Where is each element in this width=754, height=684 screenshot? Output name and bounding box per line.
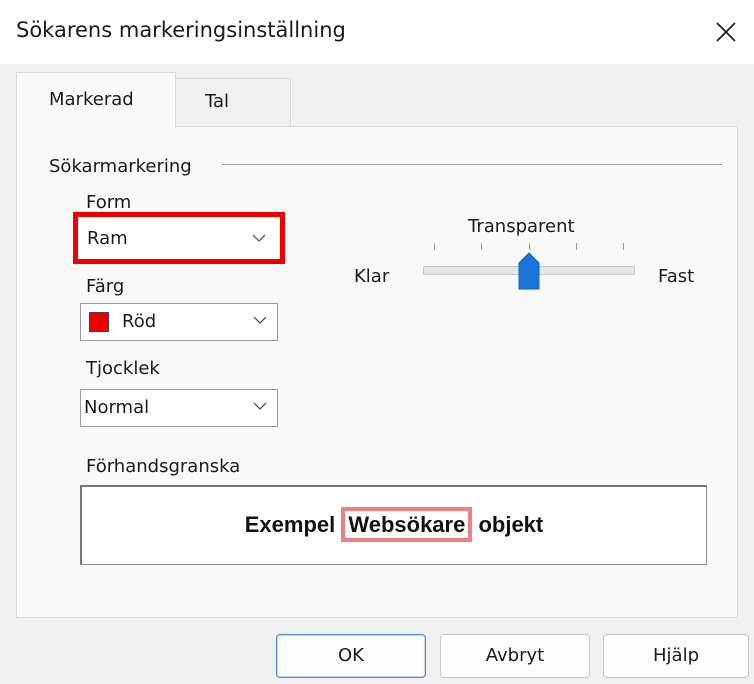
close-icon (716, 22, 736, 42)
color-dropdown[interactable]: Röd (80, 303, 278, 341)
thickness-dropdown[interactable]: Normal (80, 389, 278, 427)
preview-after: objekt (472, 512, 544, 537)
transparency-title: Transparent (468, 216, 575, 237)
preview-before: Exempel (244, 512, 342, 537)
form-label: Form (86, 192, 132, 213)
thickness-label: Tjocklek (86, 358, 160, 379)
color-swatch (89, 312, 109, 332)
form-dropdown[interactable]: Ram (73, 212, 285, 264)
slider-tick (576, 243, 577, 250)
chevron-down-icon (252, 234, 266, 242)
chevron-down-icon (253, 316, 267, 324)
preview-box: Exempel Websökare objekt (80, 485, 707, 565)
tab-label: Markerad (49, 89, 134, 110)
preview-text: Exempel Websökare objekt (82, 507, 706, 542)
tab-markerad[interactable]: Markerad (16, 72, 176, 128)
slider-tick (623, 243, 624, 250)
chevron-down-icon (253, 402, 267, 410)
thickness-value: Normal (84, 397, 150, 418)
preview-label: Förhandsgranska (86, 456, 241, 477)
slider-max-label: Fast (658, 266, 695, 287)
slider-tick (434, 243, 435, 250)
tab-label: Tal (205, 91, 230, 112)
color-label: Färg (86, 276, 125, 297)
close-button[interactable] (702, 8, 750, 56)
title-bar: Sökarens markeringsinställning (0, 0, 754, 64)
slider-min-label: Klar (354, 266, 390, 287)
window-title: Sökarens markeringsinställning (16, 18, 346, 42)
slider-tick (529, 243, 530, 250)
group-divider (222, 164, 722, 165)
help-button[interactable]: Hjälp (603, 634, 749, 678)
group-label: Sökarmarkering (49, 156, 192, 177)
preview-highlight: Websökare (341, 507, 473, 542)
tab-tal[interactable]: Tal (175, 78, 291, 126)
color-value: Röd (122, 311, 157, 332)
slider-thumb[interactable] (518, 252, 540, 290)
ok-button[interactable]: OK (276, 634, 426, 678)
slider-tick (481, 243, 482, 250)
cancel-button[interactable]: Avbryt (440, 634, 590, 678)
form-value: Ram (87, 228, 128, 249)
